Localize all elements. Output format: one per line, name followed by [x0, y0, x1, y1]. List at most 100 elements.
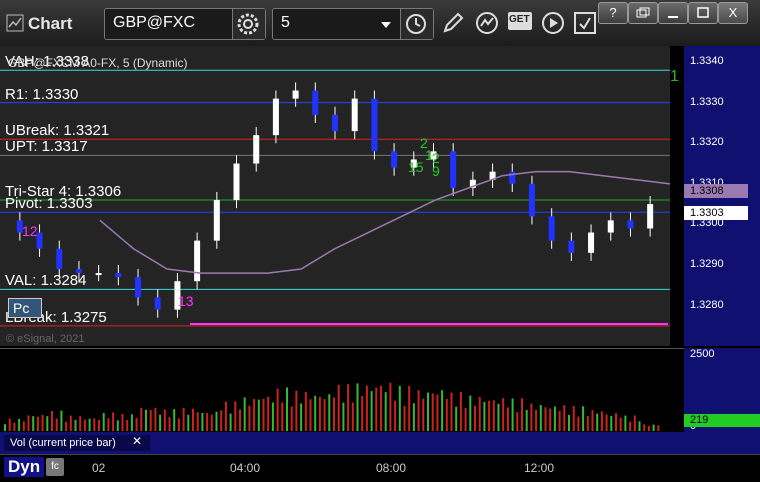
level-label-3: UPT: 1.3317 — [5, 138, 88, 156]
app-menu-icon[interactable] — [6, 14, 24, 32]
volume-bar-108 — [511, 398, 514, 431]
volume-bar-117 — [553, 406, 556, 431]
volume-bar-15 — [74, 419, 77, 431]
time-label-0: 02 — [92, 461, 106, 475]
volume-bar-66 — [314, 395, 317, 431]
volume-bar-31 — [149, 409, 152, 431]
volume-study-label[interactable]: Vol (current price bar) — [4, 435, 150, 451]
candle-body-16 — [332, 114, 338, 132]
minimize-button[interactable] — [658, 2, 688, 24]
candle-body-11 — [233, 163, 240, 201]
volume-bar-22 — [107, 418, 110, 431]
close-button[interactable]: X — [718, 2, 748, 24]
volume-bar-88 — [417, 390, 420, 431]
app-title: Chart — [28, 14, 73, 33]
volume-bar-113 — [535, 409, 538, 431]
pencil-icon[interactable] — [440, 10, 466, 36]
volume-bar-60 — [286, 387, 288, 431]
dyn-label[interactable]: Dyn — [4, 457, 45, 477]
candle-body-6 — [135, 277, 142, 298]
play-icon[interactable] — [540, 10, 566, 36]
candle-body-28 — [568, 240, 575, 253]
help-button[interactable]: ? — [598, 2, 628, 24]
candle-body-4 — [95, 273, 102, 276]
volume-bar-109 — [516, 412, 519, 431]
volume-bar-26 — [126, 419, 129, 431]
volume-bar-21 — [102, 413, 105, 431]
candle-body-29 — [588, 232, 595, 253]
volume-axis[interactable]: 2500 0 219 — [684, 348, 760, 432]
volume-bar-83 — [394, 400, 397, 431]
volume-bar-124 — [586, 415, 589, 431]
link-icon[interactable] — [572, 10, 598, 36]
price-chart[interactable]: 2 1 15 2 9 12 13 VAH: 1.3338 R1: 1.3330 UBreak: … — [0, 46, 684, 346]
title-bar: Chart GBP@FXC 5 GET ? X — [0, 0, 760, 47]
volume-bar-91 — [431, 393, 434, 431]
volume-bar-94 — [445, 398, 448, 431]
volume-bar-42 — [201, 412, 204, 431]
volume-bar-70 — [333, 397, 335, 431]
study-icon[interactable] — [474, 10, 500, 36]
volume-bar-67 — [318, 396, 321, 431]
volume-bar-25 — [121, 413, 124, 431]
volume-bar-69 — [328, 394, 331, 431]
pc-badge[interactable]: Pc — [8, 298, 42, 318]
restore-button[interactable] — [628, 2, 658, 24]
volume-bar-102 — [483, 401, 486, 431]
volume-bar-68 — [323, 399, 326, 431]
volume-bar-9 — [46, 416, 49, 431]
symbol-settings-button[interactable] — [232, 9, 265, 39]
volume-bar-128 — [605, 414, 608, 431]
volume-panel[interactable] — [0, 348, 684, 433]
volume-bar-16 — [79, 416, 82, 431]
volume-bar-53 — [253, 399, 256, 431]
volume-bar-43 — [206, 413, 209, 431]
candle-body-27 — [548, 216, 555, 241]
interval-clock-button[interactable] — [400, 9, 433, 39]
volume-bar-104 — [492, 400, 495, 431]
get-button[interactable]: GET — [508, 12, 532, 30]
volume-bar-87 — [412, 403, 415, 431]
count-marker-5: 12 — [22, 223, 38, 239]
volume-bar-71 — [337, 384, 340, 431]
volume-bar-72 — [342, 402, 345, 431]
study-close-icon[interactable]: ✕ — [132, 434, 142, 448]
time-axis[interactable]: Dyn fc 02 04:00 08:00 12:00 — [0, 454, 760, 482]
volume-bar-129 — [610, 415, 613, 431]
volume-bar-92 — [436, 394, 439, 431]
volume-bar-52 — [248, 405, 251, 431]
volume-bar-84 — [398, 385, 401, 431]
volume-bar-138 — [652, 424, 655, 431]
pc-label: Pc — [13, 300, 30, 316]
volume-bar-93 — [441, 390, 444, 431]
candle-body-2 — [56, 248, 63, 270]
candle-body-26 — [528, 183, 535, 217]
volume-bar-39 — [187, 414, 190, 431]
volume-bar-136 — [643, 424, 646, 431]
get-label: GET — [509, 14, 530, 25]
candle-body-12 — [253, 135, 260, 164]
candle-body-25 — [509, 171, 516, 184]
volume-bar-135 — [638, 421, 641, 431]
volume-bar-28 — [135, 418, 138, 431]
level-label-1: R1: 1.3330 — [5, 85, 79, 103]
volume-tick-top: 2500 — [690, 348, 715, 360]
volume-bar-103 — [488, 400, 491, 431]
volume-bar-107 — [506, 407, 509, 431]
symbol-input[interactable]: GBP@FXC — [104, 8, 266, 40]
maximize-button[interactable] — [688, 2, 718, 24]
volume-bar-110 — [521, 398, 523, 431]
volume-bar-32 — [154, 407, 157, 431]
volume-bar-116 — [549, 408, 552, 431]
volume-bar-96 — [455, 406, 458, 431]
candle-body-13 — [272, 98, 279, 136]
maximize-icon — [697, 7, 709, 18]
volume-bar-3 — [18, 418, 21, 431]
interval-select[interactable]: 5 — [272, 8, 434, 40]
volume-bar-38 — [182, 407, 185, 431]
volume-bar-12 — [60, 410, 63, 431]
volume-bar-1 — [8, 418, 11, 431]
fc-badge[interactable]: fc — [46, 458, 64, 476]
volume-bar-78 — [370, 391, 373, 431]
volume-bar-114 — [539, 405, 542, 431]
